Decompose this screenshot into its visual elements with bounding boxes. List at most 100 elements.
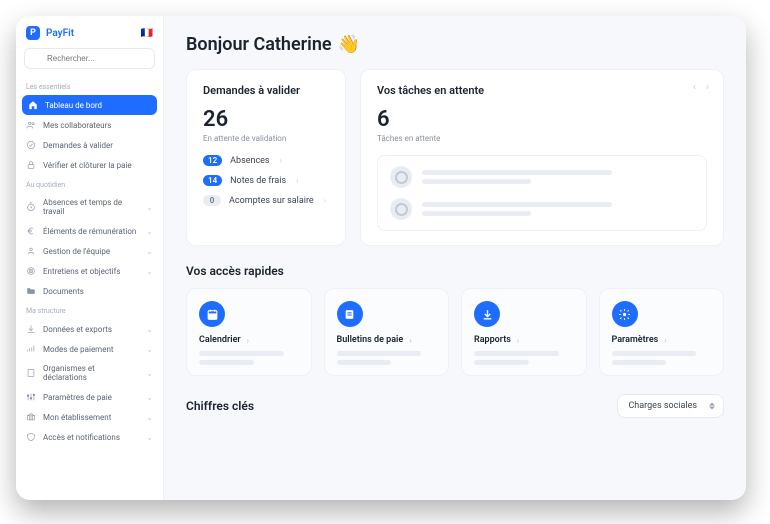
requests-card-title: Demandes à valider <box>203 84 329 97</box>
task-status-icon <box>390 166 412 188</box>
chevron-down-icon: ⌄ <box>146 267 153 276</box>
key-figures-title: Chiffres clés <box>186 399 254 413</box>
key-figures-select[interactable]: Charges sociales <box>617 394 724 418</box>
greeting-text: Bonjour Catherine <box>186 34 332 55</box>
nav-section-label: Les essentiels <box>16 77 163 95</box>
sidebar-item-label: Données et exports <box>43 325 139 334</box>
sidebar-item-building[interactable]: Organismes et déclarations⌄ <box>16 359 163 387</box>
gear-icon <box>612 301 638 327</box>
quick-card-placeholder <box>199 351 299 365</box>
greeting: Bonjour Catherine 👋 <box>186 34 724 55</box>
sidebar-item-sliders[interactable]: Paramètres de paie⌄ <box>16 387 163 407</box>
task-placeholder <box>422 170 694 184</box>
sidebar-item-label: Éléments de rémunération <box>43 227 139 236</box>
quick-card-calendar[interactable]: Calendrier › <box>186 288 312 376</box>
quick-card-label: Bulletins de paie › <box>337 335 437 345</box>
request-label: Acomptes sur salaire <box>229 196 314 206</box>
sidebar-item-download[interactable]: Données et exports ⌄ <box>16 319 163 339</box>
request-item[interactable]: 14Notes de frais› <box>203 175 329 186</box>
quick-card-payslip[interactable]: Bulletins de paie › <box>324 288 450 376</box>
chevron-right-icon: › <box>409 336 411 345</box>
requests-subtitle: En attente de validation <box>203 134 329 143</box>
flag-icon: 🇫🇷 <box>141 28 153 39</box>
chevron-down-icon: ⌄ <box>146 203 153 212</box>
building-icon <box>26 368 36 378</box>
nav-section-label: Ma structure <box>16 301 163 319</box>
task-row[interactable] <box>390 198 694 220</box>
sidebar-item-folder[interactable]: Documents <box>16 281 163 301</box>
quick-card-label: Paramètres › <box>612 335 712 345</box>
request-item[interactable]: 0Acomptes sur salaire› <box>203 195 329 206</box>
chevron-down-icon: ⌄ <box>146 227 153 236</box>
team-icon <box>26 246 36 256</box>
sidebar-item-label: Tableau de bord <box>45 101 151 110</box>
request-label: Absences <box>230 156 269 166</box>
nav-section-label: Au quotidien <box>16 175 163 193</box>
tasks-subtitle: Tâches en attente <box>377 134 707 143</box>
sidebar-item-euro[interactable]: Éléments de rémunération ⌄ <box>16 221 163 241</box>
clock-icon <box>26 202 36 212</box>
chevron-right-icon: › <box>280 156 282 165</box>
sidebar-item-signal[interactable]: Modes de paiement⌄ <box>16 339 163 359</box>
chevron-down-icon: ⌄ <box>146 345 153 354</box>
search-input[interactable] <box>24 48 155 69</box>
chevron-right-icon: › <box>664 336 666 345</box>
task-status-icon <box>390 198 412 220</box>
sidebar-item-clock[interactable]: Absences et temps de travail ⌄ <box>16 193 163 221</box>
request-label: Notes de frais <box>230 176 286 186</box>
chevron-down-icon: ⌄ <box>146 393 153 402</box>
sidebar-item-check-circle[interactable]: Demandes à valider <box>16 135 163 155</box>
sidebar-item-label: Documents <box>43 287 153 296</box>
chevron-right-icon: › <box>517 336 519 345</box>
chevron-down-icon: ⌄ <box>146 433 153 442</box>
quick-card-placeholder <box>474 351 574 365</box>
sidebar-item-label: Vérifier et clôturer la paie <box>43 161 153 170</box>
brand: P PayFit 🇫🇷 <box>16 16 163 48</box>
download-circle-icon <box>474 301 500 327</box>
pager-next[interactable]: › <box>706 82 709 93</box>
sidebar-item-label: Absences et temps de travail <box>43 198 139 216</box>
sidebar-item-shield[interactable]: Accès et notifications⌄ <box>16 427 163 447</box>
nav: Les essentiels Tableau de bord Mes collabo… <box>16 77 163 447</box>
app-window: P PayFit 🇫🇷 Les essentiels Tableau de bor… <box>16 16 746 500</box>
task-placeholder <box>422 202 694 216</box>
folder-icon <box>26 286 36 296</box>
tasks-list <box>377 155 707 231</box>
task-row[interactable] <box>390 166 694 188</box>
wave-icon: 👋 <box>338 34 360 55</box>
chevron-down-icon: ⌄ <box>146 247 153 256</box>
chevron-down-icon: ⌄ <box>146 325 153 334</box>
sidebar-item-label: Entretiens et objectifs <box>43 267 139 276</box>
bank-icon <box>26 412 36 422</box>
sidebar-item-bank[interactable]: Mon établissement ⌄ <box>16 407 163 427</box>
brand-name: PayFit <box>46 28 74 39</box>
sidebar-item-users[interactable]: Mes collaborateurs <box>16 115 163 135</box>
sidebar-item-team[interactable]: Gestion de l'équipe⌄ <box>16 241 163 261</box>
requests-count: 26 <box>203 107 329 132</box>
chevron-down-icon: ⌄ <box>146 369 153 378</box>
quick-access-grid: Calendrier › Bulletins de paie › Rapports … <box>186 288 724 376</box>
calendar-icon <box>199 301 225 327</box>
chevron-down-icon: ⌄ <box>146 413 153 422</box>
quick-access-title: Vos accès rapides <box>186 264 724 278</box>
target-icon <box>26 266 36 276</box>
sidebar-item-home[interactable]: Tableau de bord <box>22 95 157 115</box>
euro-icon <box>26 226 36 236</box>
sliders-icon <box>26 392 36 402</box>
quick-card-download-circle[interactable]: Rapports › <box>461 288 587 376</box>
tasks-card: ‹ › Vos tâches en attente 6 Tâches en at… <box>360 69 724 246</box>
sidebar-item-label: Mon établissement <box>43 413 139 422</box>
main: Bonjour Catherine 👋 Demandes à valider 2… <box>164 16 746 500</box>
shield-icon <box>26 432 36 442</box>
request-item[interactable]: 12 Absences › <box>203 155 329 166</box>
request-count-badge: 12 <box>203 155 222 166</box>
quick-card-gear[interactable]: Paramètres › <box>599 288 725 376</box>
quick-card-placeholder <box>337 351 437 365</box>
sidebar-item-lock[interactable]: Vérifier et clôturer la paie <box>16 155 163 175</box>
sidebar-item-target[interactable]: Entretiens et objectifs ⌄ <box>16 261 163 281</box>
pager-prev[interactable]: ‹ <box>693 82 696 93</box>
quick-card-placeholder <box>612 351 712 365</box>
brand-logo: P <box>26 26 40 40</box>
requests-list: 12 Absences › 14Notes de frais› 0Acomptes su… <box>203 155 329 206</box>
quick-card-label: Calendrier › <box>199 335 299 345</box>
